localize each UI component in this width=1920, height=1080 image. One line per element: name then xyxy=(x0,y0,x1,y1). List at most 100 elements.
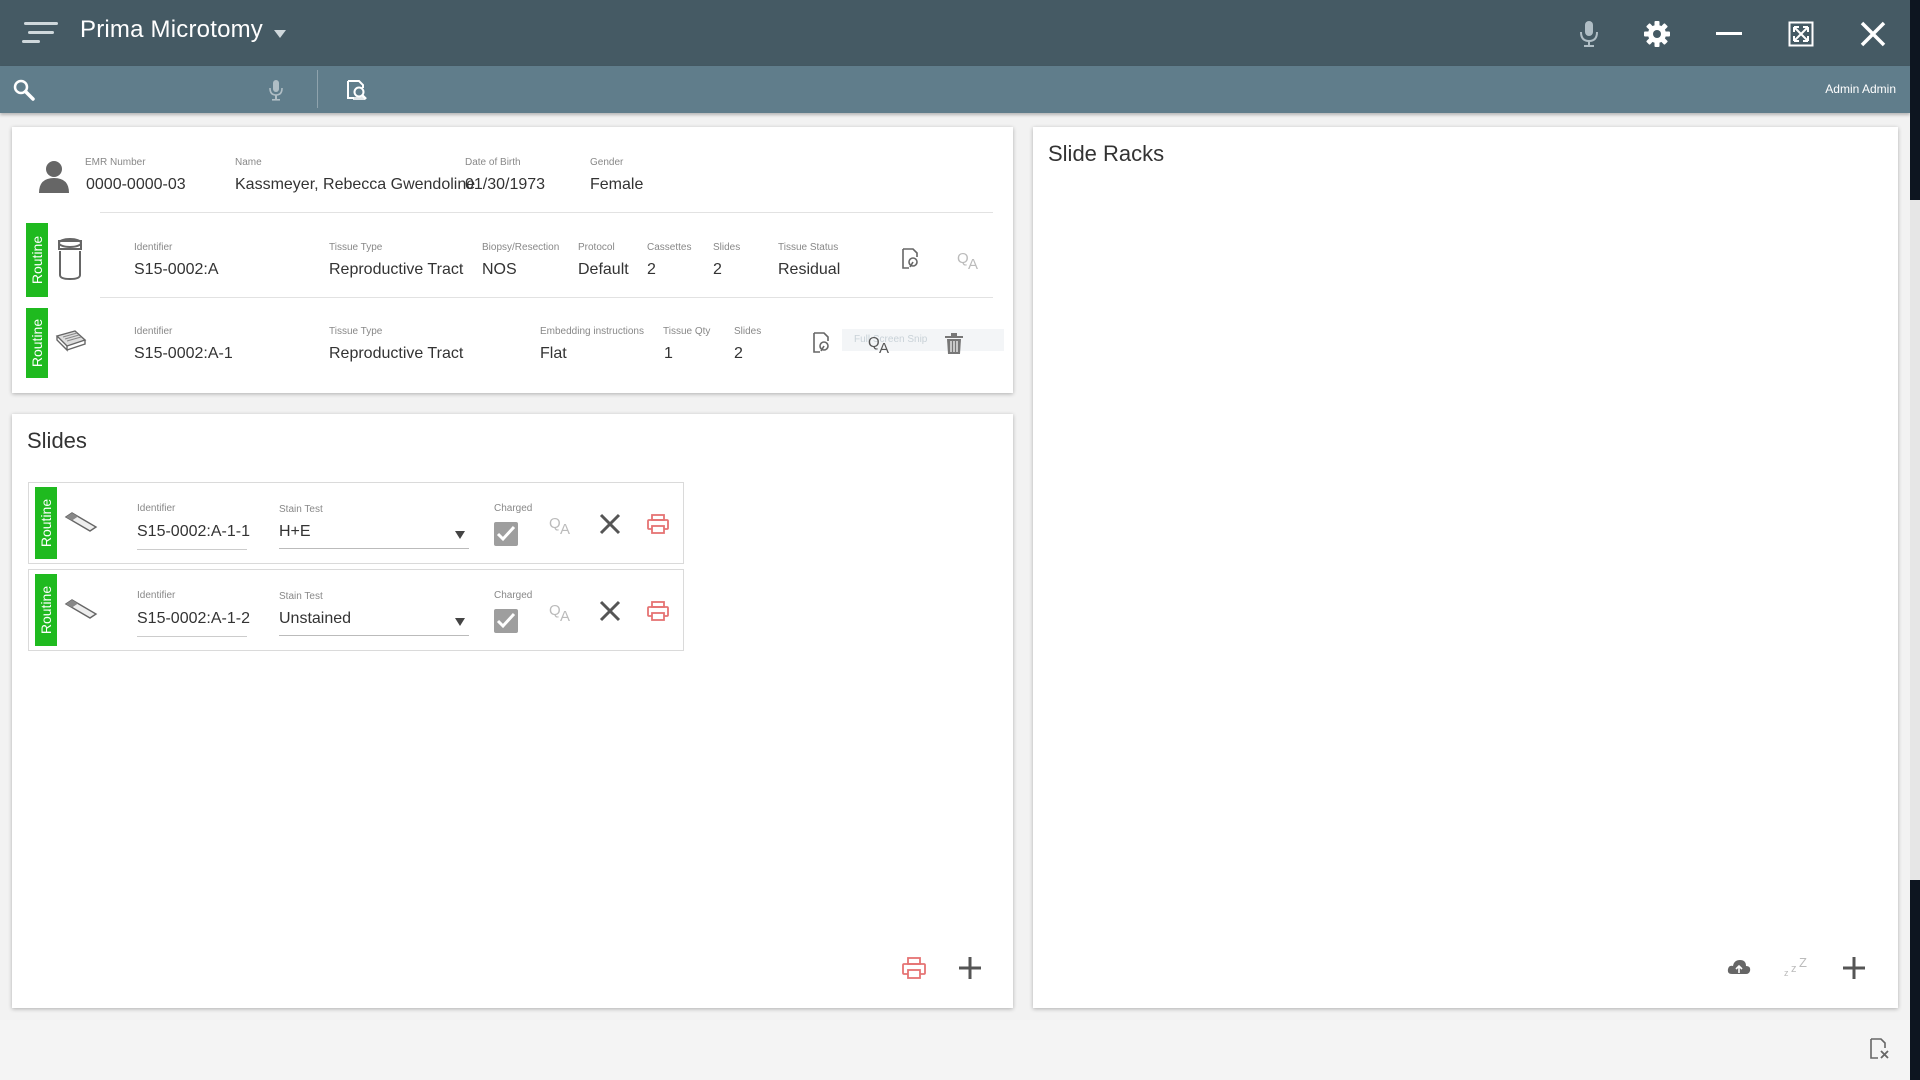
faded-overlay-text: Full Screen Snip xyxy=(842,329,1004,351)
check-icon xyxy=(496,525,516,542)
svg-text:Q: Q xyxy=(549,515,561,532)
specimen-jar-icon xyxy=(56,237,84,281)
routine-tag-label: Routine xyxy=(29,235,45,285)
edit-document-icon[interactable] xyxy=(899,247,923,271)
dob-label: Date of Birth xyxy=(465,157,521,168)
routine-tag: Routine xyxy=(35,487,57,559)
search-input[interactable] xyxy=(44,74,254,104)
specimen-identifier-label: Identifier xyxy=(134,242,173,253)
divider xyxy=(100,212,993,213)
routine-tag-label: Routine xyxy=(29,318,45,368)
printer-icon[interactable] xyxy=(900,954,928,982)
glass-slide-icon xyxy=(63,596,99,622)
user-name[interactable]: Admin Admin xyxy=(1825,82,1896,96)
charged-label: Charged xyxy=(494,590,533,601)
tissue-qty-label: Tissue Qty xyxy=(663,326,711,337)
sleep-icon[interactable]: zzZ xyxy=(1782,954,1812,980)
cassette-identifier[interactable]: S15-0002:A-1 xyxy=(134,345,233,363)
svg-text:Q: Q xyxy=(957,250,969,267)
slide-identifier-label: Identifier xyxy=(137,503,176,514)
patient-name: Kassmeyer, Rebecca Gwendoline xyxy=(235,176,476,193)
slide-row[interactable]: Routine Identifier S15-0002:A-1-2 Stain … xyxy=(28,569,684,651)
slides-card: Slides Routine Identifier S15-0002:A-1-1… xyxy=(12,414,1013,1008)
chevron-down-icon xyxy=(455,531,465,539)
search-bar: Admin Admin xyxy=(0,66,1910,113)
routine-tag-label: Routine xyxy=(38,498,54,548)
printer-icon[interactable] xyxy=(645,511,671,537)
chevron-down-icon[interactable] xyxy=(274,30,286,38)
slide-racks-title: Slide Racks xyxy=(1048,141,1165,166)
cassettes-label: Cassettes xyxy=(647,242,692,253)
cassette-slides: 2 xyxy=(734,345,743,362)
expand-icon[interactable] xyxy=(1781,14,1821,54)
tissue-type-label: Tissue Type xyxy=(329,242,383,253)
qa-icon[interactable]: QA xyxy=(957,247,983,271)
plus-icon[interactable] xyxy=(956,954,984,982)
edit-document-icon[interactable] xyxy=(810,331,834,355)
svg-text:A: A xyxy=(879,340,889,354)
cloud-upload-icon[interactable] xyxy=(1724,954,1754,980)
routine-tag: Routine xyxy=(26,223,48,297)
plus-icon[interactable] xyxy=(1840,954,1868,982)
slide-row[interactable]: Routine Identifier S15-0002:A-1-1 Stain … xyxy=(28,482,684,564)
tissue-status-label: Tissue Status xyxy=(778,242,839,253)
routine-tag: Routine xyxy=(26,308,48,378)
chevron-down-icon xyxy=(455,618,465,626)
app-title[interactable]: Prima Microtomy xyxy=(80,16,263,44)
x-icon[interactable] xyxy=(597,598,623,624)
gear-icon[interactable] xyxy=(1637,14,1677,54)
stain-test-value: H+E xyxy=(279,523,311,540)
scan-document-icon[interactable] xyxy=(344,77,370,103)
check-icon xyxy=(496,612,516,629)
biopsy-label: Biopsy/Resection xyxy=(482,242,560,253)
stain-test-label: Stain Test xyxy=(279,591,323,602)
microphone-icon[interactable] xyxy=(1569,14,1609,54)
person-icon xyxy=(38,159,70,193)
cassette-icon xyxy=(54,327,88,355)
trash-icon[interactable] xyxy=(942,331,966,357)
slides-label: Slides xyxy=(734,326,762,337)
close-icon[interactable] xyxy=(1853,14,1893,54)
stain-test-select[interactable]: Unstained xyxy=(279,606,469,636)
divider xyxy=(100,297,993,298)
cassette-qty: 1 xyxy=(664,345,673,362)
embedding-label: Embedding instructions xyxy=(540,326,644,337)
patient-gender: Female xyxy=(590,176,644,193)
divider xyxy=(137,636,247,637)
svg-text:A: A xyxy=(968,256,978,270)
gender-label: Gender xyxy=(590,157,624,168)
tissue-type-label: Tissue Type xyxy=(329,326,383,337)
cassette-embedding: Flat xyxy=(540,345,567,362)
charged-checkbox[interactable] xyxy=(494,522,518,546)
slides-label: Slides xyxy=(713,242,741,253)
charged-checkbox[interactable] xyxy=(494,609,518,633)
x-icon[interactable] xyxy=(597,511,623,537)
qa-icon[interactable]: QA xyxy=(549,511,575,537)
svg-text:z: z xyxy=(1784,968,1789,978)
qa-icon[interactable]: QA xyxy=(868,331,894,355)
stain-test-label: Stain Test xyxy=(279,504,323,515)
slide-identifier[interactable]: S15-0002:A-1-1 xyxy=(137,523,250,541)
scrollbar[interactable] xyxy=(1910,200,1920,880)
emr-number: 0000-0000-03 xyxy=(86,176,186,193)
divider xyxy=(317,70,318,108)
hamburger-menu-icon[interactable] xyxy=(22,20,58,48)
specimen-slides: 2 xyxy=(713,261,722,278)
qa-icon[interactable]: QA xyxy=(549,598,575,624)
microphone-icon[interactable] xyxy=(266,77,286,103)
printer-icon[interactable] xyxy=(645,598,671,624)
minimize-icon[interactable] xyxy=(1709,14,1749,54)
cassette-tissue-type: Reproductive Tract xyxy=(329,345,464,362)
slide-identifier[interactable]: S15-0002:A-1-2 xyxy=(137,610,250,628)
routine-tag: Routine xyxy=(35,574,57,646)
specimen-identifier[interactable]: S15-0002:A xyxy=(134,261,219,279)
search-icon[interactable] xyxy=(12,78,36,102)
document-close-icon[interactable] xyxy=(1866,1036,1892,1062)
stain-test-value: Unstained xyxy=(279,610,352,627)
routine-tag-label: Routine xyxy=(38,585,54,635)
footer xyxy=(0,1020,1910,1080)
stain-test-select[interactable]: H+E xyxy=(279,519,469,549)
case-details-card: EMR Number 0000-0000-03 Name Kassmeyer, … xyxy=(12,127,1013,393)
slide-identifier-label: Identifier xyxy=(137,590,176,601)
application-window: Prima Microtomy Admin Admin EMR Number 0… xyxy=(0,0,1910,1080)
